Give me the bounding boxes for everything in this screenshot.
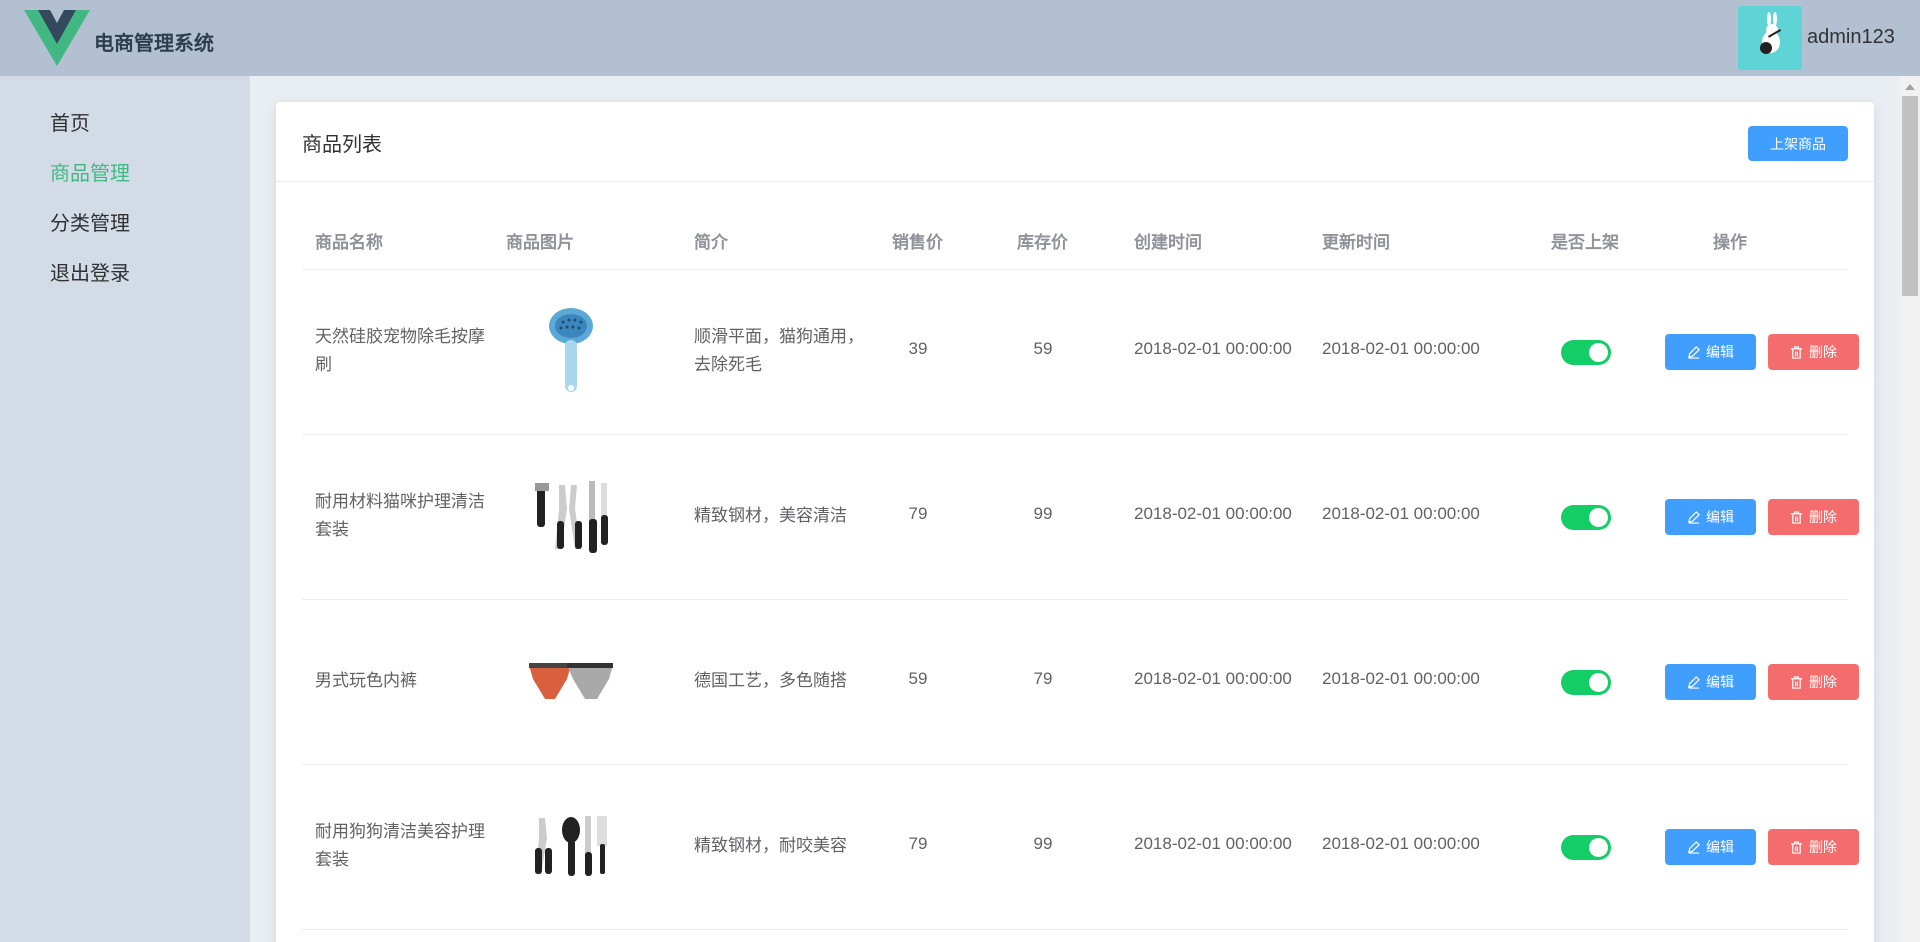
delete-button[interactable]: 删除 [1768, 499, 1859, 535]
created-time: 2018-02-01 00:00:00 [1134, 834, 1292, 853]
column-header-price: 销售价 [892, 233, 943, 253]
product-name: 耐用材料猫咪护理清洁套装 [315, 492, 485, 540]
sidebar-item-products[interactable]: 商品管理 [50, 157, 130, 186]
on-sale-switch[interactable] [1561, 670, 1611, 695]
trash-icon [1790, 840, 1803, 854]
updated-time: 2018-02-01 00:00:00 [1322, 339, 1480, 358]
table-row: 天然硅胶宠物除毛按摩刷 顺滑平面，猫狗通用，去除死毛 39 59 2018-02… [302, 270, 1859, 435]
avatar[interactable] [1738, 6, 1802, 70]
product-table: 商品名称 商品图片 简介 销售价 库存价 创建时间 更新时间 是否上架 操作 天… [302, 208, 1859, 930]
product-list-card: 商品列表 上架商品 商品名称 商品图片 简介 销售价 库存价 创建时间 更新时间… [276, 102, 1874, 942]
scroll-up-arrow-icon[interactable] [1905, 84, 1915, 90]
product-price: 39 [908, 339, 928, 358]
sidebar-item-home[interactable]: 首页 [50, 107, 90, 136]
product-stock: 99 [1033, 834, 1053, 853]
delete-button[interactable]: 删除 [1768, 829, 1859, 865]
product-desc: 德国工艺，多色随搭 [694, 671, 847, 691]
edit-button[interactable]: 编辑 [1665, 499, 1756, 535]
column-header-stock: 库存价 [1017, 233, 1068, 253]
column-header-updated: 更新时间 [1322, 233, 1390, 253]
product-name: 天然硅胶宠物除毛按摩刷 [315, 327, 485, 375]
product-price: 59 [908, 669, 928, 688]
edit-button[interactable]: 编辑 [1665, 829, 1756, 865]
trash-icon [1790, 675, 1803, 689]
edit-icon [1688, 345, 1700, 359]
updated-time: 2018-02-01 00:00:00 [1322, 504, 1480, 523]
on-sale-switch[interactable] [1561, 340, 1611, 365]
dog-grooming-kit-image [518, 795, 624, 899]
column-header-desc: 简介 [694, 233, 728, 253]
edit-label: 编辑 [1706, 675, 1734, 691]
edit-label: 编辑 [1706, 510, 1734, 526]
app-title: 电商管理系统 [94, 31, 214, 55]
column-header-created: 创建时间 [1134, 233, 1202, 253]
updated-time: 2018-02-01 00:00:00 [1322, 669, 1480, 688]
edit-label: 编辑 [1706, 840, 1734, 856]
pet-brush-image [518, 300, 624, 404]
edit-icon [1688, 840, 1700, 854]
cat-grooming-kit-image [518, 465, 624, 569]
vue-logo-icon [24, 10, 90, 66]
table-header: 商品名称 商品图片 简介 销售价 库存价 创建时间 更新时间 是否上架 操作 [302, 208, 1848, 270]
product-stock: 99 [1033, 504, 1053, 523]
product-price: 79 [908, 834, 928, 853]
product-desc: 顺滑平面，猫狗通用，去除死毛 [694, 327, 864, 375]
edit-icon [1688, 675, 1700, 689]
product-name: 男式玩色内裤 [315, 671, 417, 691]
top-header: 电商管理系统 admin123 [0, 0, 1920, 76]
edit-icon [1688, 510, 1700, 524]
column-header-image: 商品图片 [506, 233, 574, 253]
switch-knob [1589, 673, 1608, 692]
table-row: 男式玩色内裤 德国工艺，多色随搭 59 79 2018-02-01 00:00:… [302, 600, 1859, 765]
delete-label: 删除 [1809, 345, 1837, 361]
created-time: 2018-02-01 00:00:00 [1134, 339, 1292, 358]
trash-icon [1790, 510, 1803, 524]
table-row: 耐用材料猫咪护理清洁套装 精致钢材，美容清洁 79 99 2018-02-01 … [302, 435, 1859, 600]
trash-icon [1790, 345, 1803, 359]
created-time: 2018-02-01 00:00:00 [1134, 504, 1292, 523]
updated-time: 2018-02-01 00:00:00 [1322, 834, 1480, 853]
product-stock: 79 [1033, 669, 1053, 688]
product-name: 耐用狗狗清洁美容护理套装 [315, 822, 485, 870]
delete-button[interactable]: 删除 [1768, 334, 1859, 370]
avatar-rabbit-icon [1760, 12, 1782, 54]
column-header-name: 商品名称 [315, 233, 383, 253]
main-content: 商品列表 上架商品 商品名称 商品图片 简介 销售价 库存价 创建时间 更新时间… [250, 76, 1900, 942]
edit-button[interactable]: 编辑 [1665, 334, 1756, 370]
delete-label: 删除 [1809, 510, 1837, 526]
sidebar-item-logout[interactable]: 退出登录 [50, 257, 130, 286]
on-sale-switch[interactable] [1561, 505, 1611, 530]
product-desc: 精致钢材，耐咬美容 [694, 836, 847, 856]
switch-knob [1589, 508, 1608, 527]
scroll-thumb[interactable] [1902, 96, 1918, 296]
page-scrollbar[interactable] [1900, 76, 1920, 942]
username[interactable]: admin123 [1807, 26, 1895, 49]
add-product-button[interactable]: 上架商品 [1748, 126, 1848, 161]
table-row: 耐用狗狗清洁美容护理套装 精致钢材，耐咬美容 79 99 2018-02-01 … [302, 765, 1859, 930]
delete-button[interactable]: 删除 [1768, 664, 1859, 700]
card-header: 商品列表 上架商品 [276, 102, 1874, 182]
column-header-on-sale: 是否上架 [1551, 233, 1619, 253]
sidebar: 首页 商品管理 分类管理 退出登录 [0, 76, 250, 942]
sidebar-item-categories[interactable]: 分类管理 [50, 207, 130, 236]
delete-label: 删除 [1809, 840, 1837, 856]
on-sale-switch[interactable] [1561, 835, 1611, 860]
product-stock: 59 [1033, 339, 1053, 358]
switch-knob [1589, 343, 1608, 362]
product-price: 79 [908, 504, 928, 523]
product-desc: 精致钢材，美容清洁 [694, 506, 847, 526]
delete-label: 删除 [1809, 675, 1837, 691]
column-header-actions: 操作 [1713, 233, 1747, 253]
created-time: 2018-02-01 00:00:00 [1134, 669, 1292, 688]
switch-knob [1589, 838, 1608, 857]
edit-label: 编辑 [1706, 345, 1734, 361]
page-title: 商品列表 [302, 132, 382, 156]
mens-underwear-image [518, 630, 624, 734]
edit-button[interactable]: 编辑 [1665, 664, 1756, 700]
